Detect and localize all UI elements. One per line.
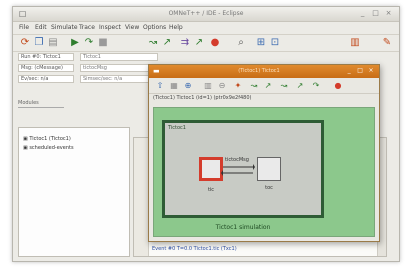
speed-field-label: Ev/sec: n/a <box>18 75 74 83</box>
copy-icon[interactable]: ❐ <box>33 37 45 49</box>
tree-item-label: Tictoc1 (Tictoc1) <box>29 136 71 142</box>
run-field-label: Run #0: Tictoc1 <box>18 53 74 61</box>
window-controls: _ □ × <box>356 9 393 18</box>
network-frame: Tictoc1 tic tictocMsg toc <box>162 120 324 218</box>
log-last-line: Event #0 T=0.0 Tictoc1.tic (Txc1) <box>152 246 237 252</box>
menu-edit[interactable]: Edit <box>35 24 47 31</box>
node-toc-label: toc <box>265 185 273 191</box>
menu-inspect[interactable]: Inspect <box>99 24 121 31</box>
zoom-icon[interactable]: ⊕ <box>183 81 193 91</box>
field-row: Ev/sec: n/a Simsec/sec: n/a <box>18 74 158 84</box>
tree-item-label: scheduled-events <box>29 145 74 151</box>
module-path: (Tictoc1) Tictoc1 (id=1) (ptr0x9e2f480) <box>153 95 252 101</box>
fast-run-icon[interactable]: ↝ <box>147 37 159 49</box>
simulation-minimize-button[interactable]: _ <box>345 67 353 75</box>
load-icon[interactable]: ⟳ <box>19 37 31 49</box>
simulation-window: ▬ (Tictoc1) Tictoc1 _ □ × ⇧ ▦ ⊕ ▥ ⊖ ✦ ↝ … <box>148 64 380 242</box>
field-row: Run #0: Tictoc1 Tictoc1 <box>18 52 158 62</box>
step-icon[interactable]: ↷ <box>311 81 321 91</box>
menu-bar: File Edit Simulate Trace Inspect View Op… <box>13 22 399 33</box>
menu-help[interactable]: Help <box>169 24 183 31</box>
zoom-out-icon[interactable]: ⊖ <box>217 81 227 91</box>
message-field-label: Msg: (cMessage) <box>18 64 74 72</box>
node-tic-label: tic <box>207 187 215 193</box>
maximize-button[interactable]: □ <box>371 9 380 18</box>
folder-icon: ▣ <box>23 145 28 151</box>
tree-item[interactable]: ▣ Tictoc1 (Tictoc1) <box>23 136 71 142</box>
simulation-title-bar: ▬ (Tictoc1) Tictoc1 _ □ × <box>149 65 379 78</box>
menu-file[interactable]: File <box>19 24 29 31</box>
modules-tab[interactable]: Modules <box>18 100 64 108</box>
screen: ☐ OMNeT++ / IDE - Eclipse _ □ × File Edi… <box>0 0 408 269</box>
tree-item[interactable]: ▣ scheduled-events <box>23 145 74 151</box>
simulation-window-title: (Tictoc1) Tictoc1 <box>238 68 280 74</box>
menu-view[interactable]: View <box>125 24 139 31</box>
arrow-head <box>253 164 255 170</box>
network-name: Tictoc1 <box>168 125 186 131</box>
simulation-maximize-button[interactable]: □ <box>356 67 364 75</box>
go-up-icon[interactable]: ⇧ <box>155 81 165 91</box>
find-icon[interactable]: ⌕ <box>235 37 247 49</box>
express-run-icon[interactable]: ↗ <box>161 37 173 49</box>
modules-icon[interactable]: ⊞ <box>255 37 267 49</box>
simulation-toolbar: ⇧ ▦ ⊕ ▥ ⊖ ✦ ↝ ↗ ↝ ↗ ↷ ● <box>149 79 379 94</box>
express-icon[interactable]: ↝ <box>279 81 289 91</box>
stop-icon[interactable]: ● <box>333 81 343 91</box>
field-row: Msg: (cMessage) tictocMsg <box>18 63 158 73</box>
minimize-button[interactable]: _ <box>358 9 367 18</box>
animation-icon[interactable]: ✦ <box>233 81 243 91</box>
arrow-head <box>221 170 223 176</box>
main-toolbar: ⟳ ❐ ▤ ▶ ↷ ■ ↝ ↗ ⇉ ↗ ● ⌕ ⊞ ⊡ ▥ ✎ <box>13 34 399 52</box>
record-icon[interactable]: ● <box>209 37 221 49</box>
node-tic[interactable]: tic <box>199 157 223 193</box>
run-icon[interactable]: ▶ <box>69 37 81 49</box>
node-toc[interactable]: toc <box>257 157 281 191</box>
simulation-window-controls: _ □ × <box>344 67 375 75</box>
folder-icon: ▣ <box>23 136 28 142</box>
canvas-caption: Tictoc1 simulation <box>215 224 271 231</box>
message-field-value: tictocMsg <box>80 64 158 72</box>
window-title: OMNeT++ / IDE - Eclipse <box>168 10 244 17</box>
connection-arrows <box>221 164 255 176</box>
open-icon[interactable]: ▤ <box>47 37 59 49</box>
connection-label: tictocMsg <box>225 157 249 163</box>
simulation-close-button[interactable]: × <box>367 67 375 75</box>
fast-icon[interactable]: ↗ <box>263 81 273 91</box>
stop-icon[interactable]: ■ <box>97 37 109 49</box>
relayout-icon[interactable]: ▥ <box>203 81 213 91</box>
layout-icon[interactable]: ▦ <box>169 81 179 91</box>
line-gutter <box>134 138 149 256</box>
close-button[interactable]: × <box>384 9 393 18</box>
run-field-value: Tictoc1 <box>80 53 158 61</box>
object-tree: ▣ Tictoc1 (Tictoc1) ▣ scheduled-events <box>18 127 130 257</box>
speed-field-value: Simsec/sec: n/a <box>80 75 158 83</box>
network-canvas[interactable]: Tictoc1 tic tictocMsg toc Tictoc1 simula… <box>153 107 375 237</box>
menu-trace[interactable]: Trace <box>79 24 95 31</box>
chart-icon[interactable]: ▥ <box>349 37 361 49</box>
run-icon[interactable]: ↝ <box>249 81 259 91</box>
step-icon[interactable]: ↷ <box>83 37 95 49</box>
options-icon[interactable]: ✎ <box>381 37 393 49</box>
menu-simulate[interactable]: Simulate <box>51 24 78 31</box>
run-until-icon[interactable]: ↗ <box>193 37 205 49</box>
until-icon[interactable]: ⇉ <box>179 37 191 49</box>
until-icon[interactable]: ↗ <box>295 81 305 91</box>
menu-options[interactable]: Options <box>143 24 166 31</box>
window-menu-icon[interactable]: ▬ <box>153 67 160 75</box>
network-icon[interactable]: ⊡ <box>269 37 281 49</box>
title-bar: ☐ OMNeT++ / IDE - Eclipse _ □ × <box>13 7 399 22</box>
